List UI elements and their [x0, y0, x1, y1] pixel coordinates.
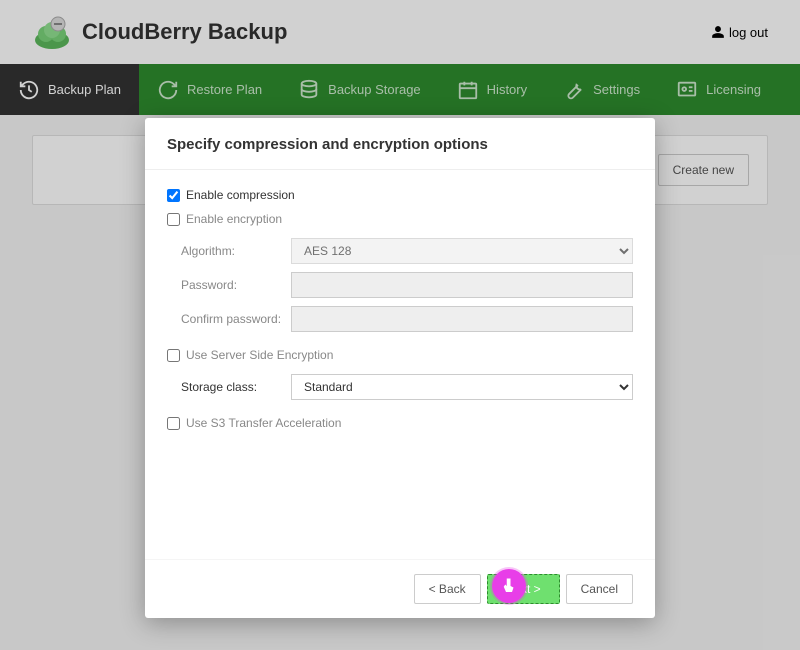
modal-header: Specify compression and encryption optio… — [145, 118, 655, 170]
enable-compression-checkbox[interactable] — [167, 189, 180, 202]
encryption-options: Algorithm: AES 128 Password: Confirm pas… — [181, 238, 633, 332]
cursor-highlight — [492, 569, 526, 603]
use-sse-label: Use Server Side Encryption — [186, 348, 333, 362]
modal-title: Specify compression and encryption optio… — [167, 136, 633, 153]
next-button[interactable]: Next > — [487, 574, 560, 604]
modal-body: Enable compression Enable encryption Alg… — [145, 170, 655, 559]
use-sse-checkbox[interactable] — [167, 349, 180, 362]
use-sse-row: Use Server Side Encryption — [167, 348, 633, 362]
algorithm-select[interactable]: AES 128 — [291, 238, 633, 264]
enable-compression-label: Enable compression — [186, 188, 295, 202]
enable-encryption-row: Enable encryption — [167, 212, 633, 226]
modal-footer: < Back Next > Cancel — [145, 559, 655, 618]
pointer-icon — [500, 577, 518, 595]
use-s3-accel-row: Use S3 Transfer Acceleration — [167, 416, 633, 430]
storage-class-label: Storage class: — [181, 380, 291, 394]
back-button[interactable]: < Back — [414, 574, 481, 604]
password-label: Password: — [181, 278, 291, 292]
confirm-password-label: Confirm password: — [181, 312, 291, 326]
use-s3-accel-checkbox[interactable] — [167, 417, 180, 430]
password-input[interactable] — [291, 272, 633, 298]
compression-encryption-modal: Specify compression and encryption optio… — [145, 118, 655, 618]
enable-compression-row: Enable compression — [167, 188, 633, 202]
enable-encryption-checkbox[interactable] — [167, 213, 180, 226]
algorithm-label: Algorithm: — [181, 244, 291, 258]
use-s3-accel-label: Use S3 Transfer Acceleration — [186, 416, 341, 430]
cancel-button[interactable]: Cancel — [566, 574, 633, 604]
confirm-password-input[interactable] — [291, 306, 633, 332]
storage-options: Storage class: Standard — [181, 374, 633, 400]
storage-class-select[interactable]: Standard — [291, 374, 633, 400]
enable-encryption-label: Enable encryption — [186, 212, 282, 226]
